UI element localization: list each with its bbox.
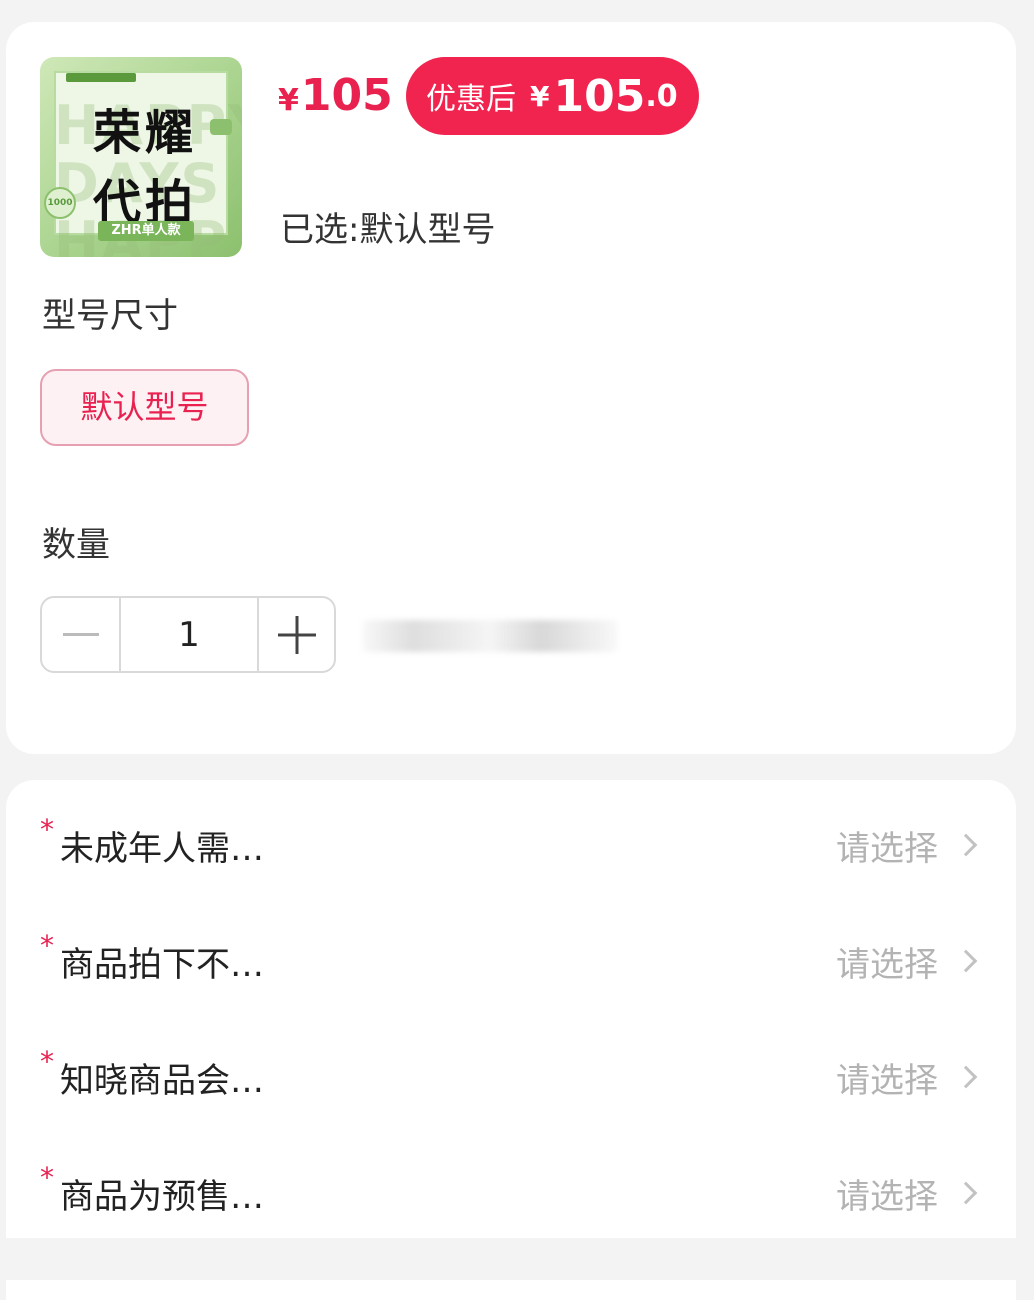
promo-price-decimal: .0 [645, 78, 678, 114]
thumbnail-title-line1: 荣耀 [92, 105, 197, 161]
product-thumbnail: HAPPYDAYSHAPP 1000 荣耀 代拍 ZHR单人款 [40, 57, 242, 257]
stock-info-blurred [362, 620, 618, 652]
required-options-panel: * 未成年人需… 请选择 * 商品拍下不… 请选择 * 知晓商品会… 请选择 *… [6, 780, 1016, 1300]
form-row-label: 商品拍下不… [60, 944, 264, 985]
promo-price-integer: 105 [553, 70, 646, 122]
quantity-stepper: 1 [40, 596, 336, 673]
selected-variant-text: 已选:默认型号 [280, 210, 496, 250]
form-row-label: 商品为预售… [60, 1176, 264, 1217]
quantity-section-title: 数量 [42, 525, 110, 565]
chevron-right-icon [954, 949, 978, 973]
chevron-right-icon [954, 1181, 978, 1205]
promo-label: 优惠后 [426, 82, 516, 117]
form-row-placeholder: 请选择 [836, 1060, 938, 1101]
form-row-placeholder: 请选择 [836, 944, 938, 985]
form-row-minor-consent[interactable]: * 未成年人需… 请选择 [6, 805, 1016, 885]
product-price: ¥105 [278, 68, 393, 129]
quantity-input[interactable]: 1 [121, 598, 259, 671]
price-currency: ¥ [278, 83, 299, 118]
spec-section-title: 型号尺寸 [42, 296, 178, 336]
chat-icon [210, 119, 232, 135]
required-marker: * [40, 813, 54, 846]
promo-currency: ¥ [530, 79, 550, 113]
thumbnail-badge: 1000 [44, 187, 76, 219]
form-row-acknowledge[interactable]: * 知晓商品会… 请选择 [6, 1037, 1016, 1117]
form-row-presale[interactable]: * 商品为预售… 请选择 [6, 1153, 1016, 1233]
increase-quantity-button[interactable] [259, 598, 334, 671]
chevron-right-icon [954, 833, 978, 857]
minus-icon [62, 633, 99, 636]
required-marker: * [40, 1045, 54, 1078]
decrease-quantity-button[interactable] [42, 598, 121, 671]
form-row-placeholder: 请选择 [836, 1176, 938, 1217]
discounted-price-badge: 优惠后 ¥ 105 .0 [406, 57, 699, 135]
thumbnail-subtitle: ZHR单人款 [98, 221, 194, 241]
price-value: 105 [300, 70, 393, 121]
form-row-label: 知晓商品会… [60, 1060, 264, 1101]
required-marker: * [40, 1161, 54, 1194]
spec-option-default[interactable]: 默认型号 [40, 369, 249, 446]
chevron-right-icon [954, 1065, 978, 1089]
form-row-no-refund[interactable]: * 商品拍下不… 请选择 [6, 921, 1016, 1001]
form-row-placeholder: 请选择 [836, 828, 938, 869]
bottom-divider [0, 1238, 1034, 1280]
form-row-label: 未成年人需… [60, 828, 264, 869]
required-marker: * [40, 929, 54, 962]
thumbnail-tag [66, 73, 136, 82]
